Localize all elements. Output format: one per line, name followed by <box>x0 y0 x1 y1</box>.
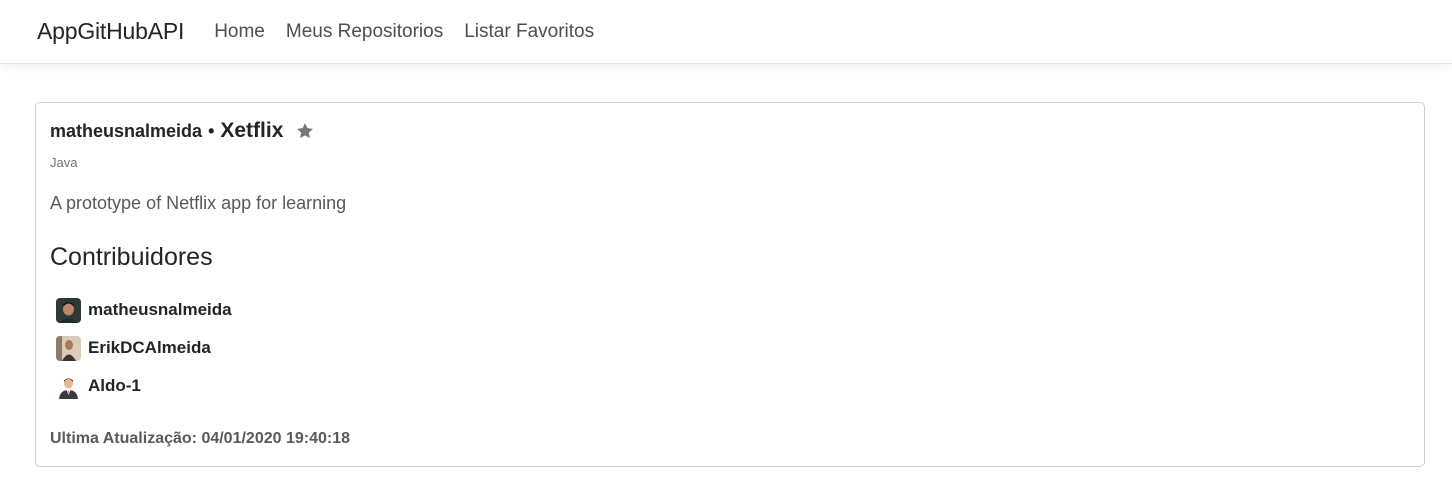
avatar <box>56 335 81 361</box>
nav-link-home[interactable]: Home <box>214 21 265 43</box>
repo-name[interactable]: Xetflix <box>220 119 283 143</box>
repository-card: matheusnalmeida • Xetflix Java A prototy… <box>35 102 1425 467</box>
avatar <box>56 373 81 399</box>
contributor-name: matheusnalmeida <box>88 300 232 319</box>
contributor-name: Aldo-1 <box>88 376 141 395</box>
last-updated: Ultima Atualização: 04/01/2020 19:40:18 <box>50 430 351 447</box>
nav-link-listar-favoritos[interactable]: Listar Favoritos <box>464 21 594 43</box>
contributors-list: matheusnalmeida ErikDCAlmeida Aldo-1 <box>56 291 232 405</box>
contributor-name: ErikDCAlmeida <box>88 338 211 357</box>
title-separator: • <box>208 120 215 141</box>
repo-description: A prototype of Netflix app for learning <box>50 193 347 213</box>
brand-link[interactable]: AppGitHubAPI <box>37 18 184 45</box>
top-navbar: AppGitHubAPI Home Meus Repositorios List… <box>0 0 1452 64</box>
repo-title-row: matheusnalmeida • Xetflix <box>50 119 315 143</box>
repo-owner[interactable]: matheusnalmeida <box>50 121 202 142</box>
contributor-item[interactable]: matheusnalmeida <box>56 291 232 329</box>
contributors-heading: Contribuidores <box>50 243 213 271</box>
nav-link-meus-repositorios[interactable]: Meus Repositorios <box>286 21 443 43</box>
avatar <box>56 297 81 323</box>
repo-language: Java <box>50 155 78 170</box>
star-icon[interactable] <box>295 121 315 141</box>
contributor-item[interactable]: Aldo-1 <box>56 367 232 405</box>
contributor-item[interactable]: ErikDCAlmeida <box>56 329 232 367</box>
